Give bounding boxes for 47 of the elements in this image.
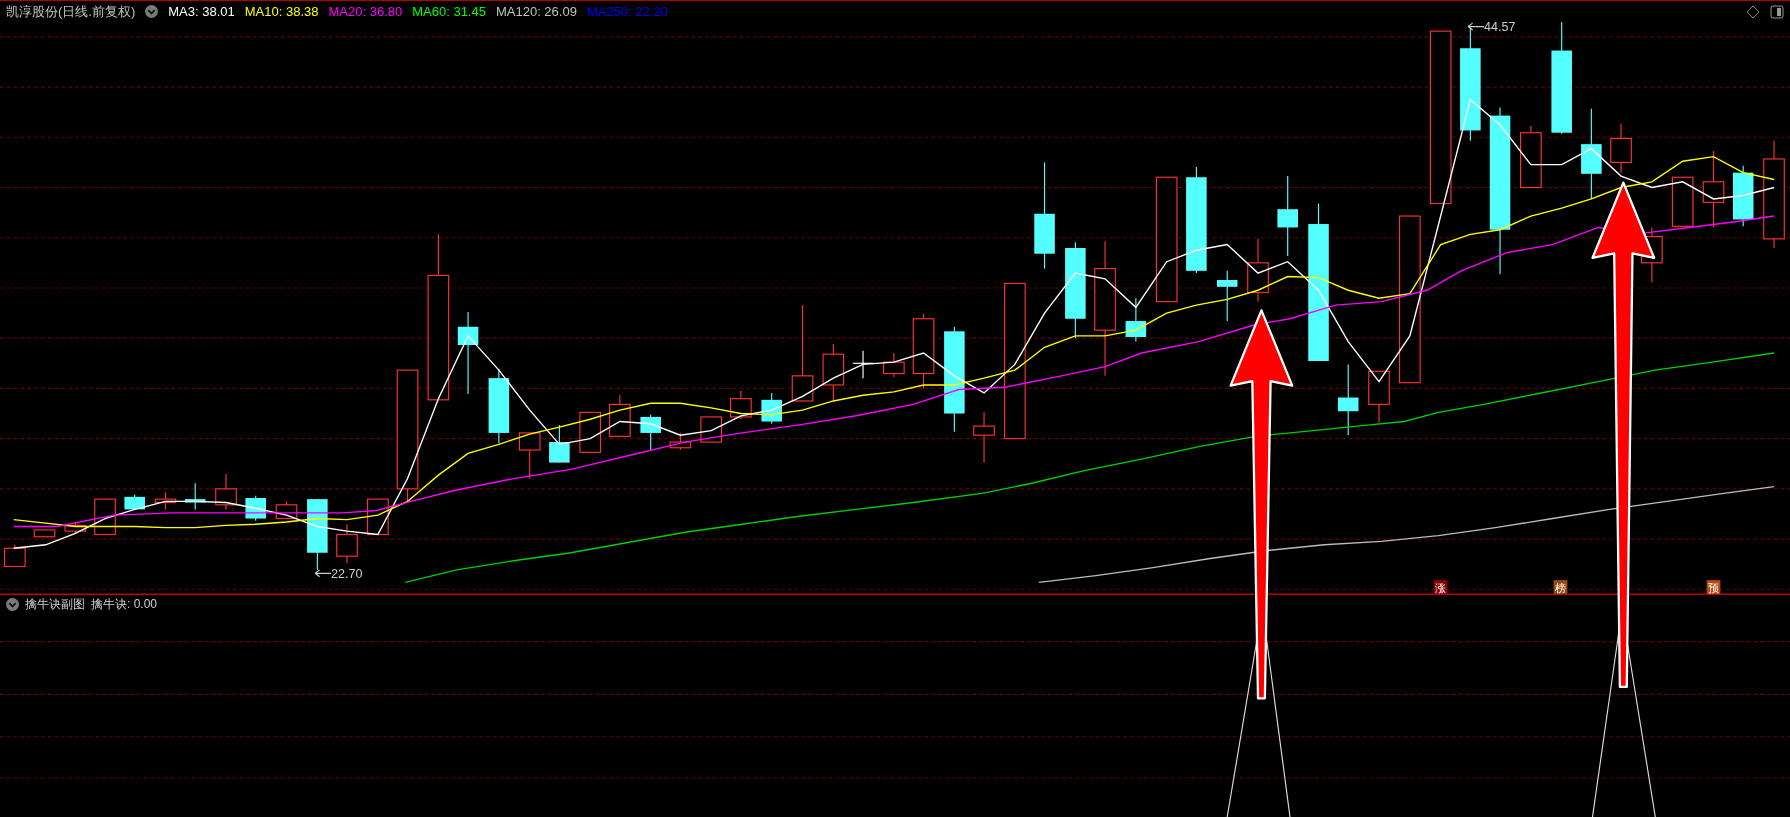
candlestick [579, 411, 602, 453]
dropdown-icon[interactable] [6, 597, 19, 611]
candlestick [1368, 370, 1390, 424]
candlestick [124, 494, 145, 510]
moving-average-value: MA250: 22.20 [586, 4, 668, 19]
signal-marker: 涨 [1433, 580, 1448, 594]
candlestick [215, 473, 237, 510]
candlestick [1671, 176, 1694, 227]
dropdown-icon[interactable] [145, 5, 159, 18]
candlestick [1247, 238, 1269, 303]
candlestick [184, 482, 206, 510]
candlestick [1732, 165, 1754, 227]
candlestick [973, 411, 995, 464]
candlestick [730, 390, 752, 420]
candlestick [1125, 297, 1147, 343]
candlestick [669, 432, 692, 451]
moving-average-value: MA120: 26.09 [495, 4, 577, 19]
candlestick [518, 432, 541, 480]
candlestick [822, 343, 845, 402]
candlestick [4, 544, 26, 568]
signal-marker: 预 [1706, 580, 1721, 594]
candlestick [94, 498, 116, 536]
candlestick [761, 392, 782, 425]
candlestick [609, 394, 631, 437]
candlestick [336, 523, 358, 564]
stock-title: 凯淳股份(日线.前复权) [6, 2, 136, 21]
candlestick [883, 352, 905, 378]
panel-toggle-icon[interactable] [1770, 4, 1784, 19]
panel-title: 擒牛诀副图 [25, 595, 85, 613]
candlestick [64, 522, 87, 534]
candlestick [275, 500, 298, 520]
moving-average-value: MA20: 36.80 [328, 4, 403, 19]
moving-average-value: MA3: 38.01 [168, 4, 235, 19]
indicator-value: 擒牛诀: 0.00 [91, 595, 158, 613]
candlestick [154, 491, 177, 510]
candlestick [33, 529, 56, 538]
candlestick [549, 424, 570, 464]
candlestick [1520, 125, 1542, 189]
price-annotation: 44.57 [1467, 22, 1516, 35]
diamond-icon[interactable] [1746, 4, 1760, 19]
price-annotation: 22.70 [314, 566, 363, 581]
candlestick [1216, 270, 1238, 322]
candlestick [1610, 123, 1632, 174]
signal-marker: 榜 [1553, 580, 1568, 594]
moving-average-value: MA10: 38.38 [244, 4, 319, 19]
moving-average-value: MA60: 31.45 [412, 4, 486, 19]
candlestick [640, 414, 661, 451]
